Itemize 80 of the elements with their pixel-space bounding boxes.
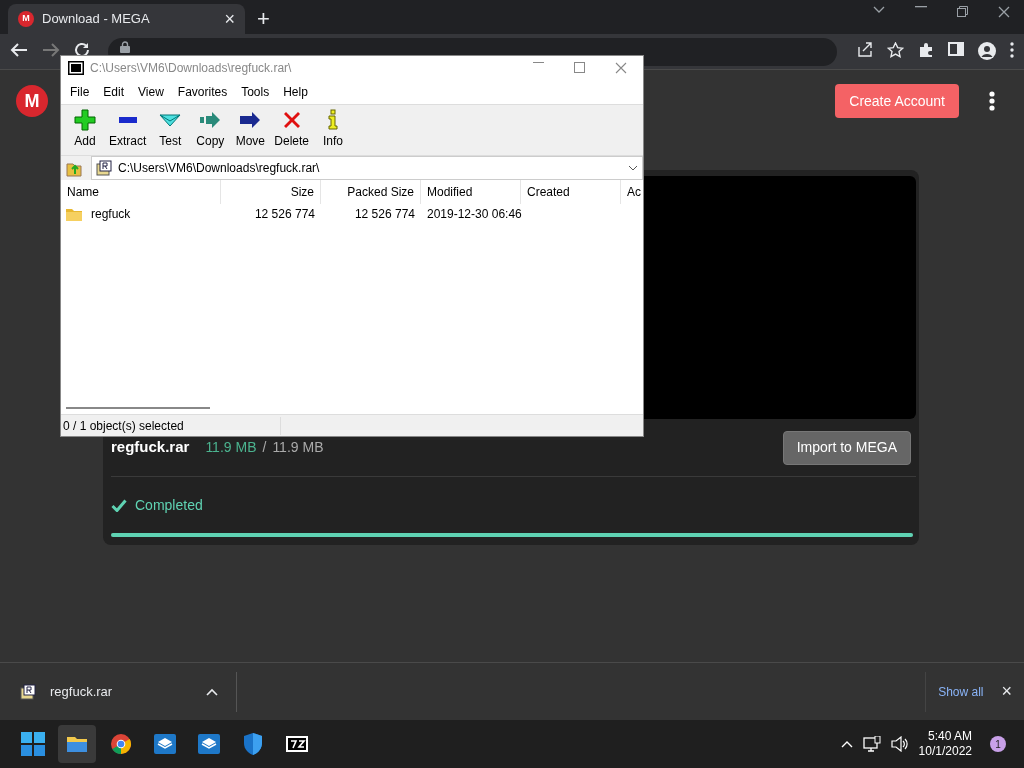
minus-icon [118, 117, 137, 123]
network-icon[interactable] [862, 736, 881, 752]
download-file-name[interactable]: regfuck.rar [50, 681, 113, 702]
downloaded-size: 11.9 MB [205, 438, 257, 457]
share-icon[interactable] [857, 42, 873, 58]
forward-icon[interactable] [42, 42, 60, 58]
menu-item[interactable]: Help [276, 83, 315, 101]
box-icon [153, 732, 177, 756]
status-text: Completed [135, 495, 203, 515]
back-icon[interactable] [10, 42, 28, 58]
status-text: 0 / 1 object(s) selected [63, 416, 281, 435]
path-field[interactable]: C:\Users\VM6\Downloads\regfuck.rar\ [91, 156, 643, 180]
folder-icon [66, 207, 82, 221]
volume-icon[interactable] [890, 736, 909, 752]
close-shelf-button[interactable]: × [995, 678, 1024, 705]
tab-title: Download - MEGA [42, 10, 150, 29]
logo[interactable]: M [16, 85, 48, 117]
minimize-icon[interactable] [533, 62, 544, 64]
size-separator: / [262, 438, 267, 457]
menu-icon[interactable] [1010, 42, 1014, 58]
lock-icon [120, 41, 130, 53]
table-cell-text: 2019-12-30 06:46 [426, 206, 521, 223]
file-name-cell-text: regfuck [90, 206, 132, 223]
close-icon[interactable] [998, 6, 1010, 18]
browser-icon [109, 732, 133, 756]
window-title: C:\Users\VM6\Downloads\regfuck.rar\ [90, 60, 292, 77]
menu-item[interactable]: Edit [96, 83, 132, 101]
favicon: M [18, 11, 34, 27]
delete-button[interactable]: Delete [270, 105, 314, 155]
menu-item[interactable]: View [131, 83, 171, 101]
import-button[interactable]: Import to MEGA [782, 430, 911, 465]
more-options-icon[interactable] [989, 91, 995, 111]
scrollbar-thumb[interactable] [66, 407, 210, 409]
chevron-down-icon[interactable] [873, 6, 885, 14]
copy-button[interactable]: Copy [190, 105, 231, 155]
menu-item[interactable]: Tools [234, 83, 277, 101]
box-icon [197, 732, 221, 756]
file-row[interactable]: regfuck 12 526 774 12 526 774 2019-12-30 06:46 [61, 204, 643, 224]
check-icon [111, 498, 127, 512]
column-header[interactable]: Packed Size [321, 180, 421, 204]
minimize-icon[interactable] [915, 6, 927, 8]
reload-icon[interactable] [74, 42, 90, 58]
caret-up-icon[interactable] [206, 687, 218, 696]
browser-tab[interactable]: M Download - MEGA × [8, 4, 245, 34]
archive-app-icon [68, 61, 84, 75]
dropdown-icon[interactable] [628, 165, 638, 171]
date-text: 10/1/2022 [918, 744, 972, 759]
table-cell-text: 12 526 774 [253, 206, 316, 223]
restore-icon[interactable] [957, 6, 968, 17]
close-icon[interactable] [615, 62, 627, 74]
table-cell-text: 12 526 774 [353, 206, 416, 223]
total-size: 11.9 MB [272, 438, 324, 457]
test-button[interactable]: Test [150, 105, 191, 155]
maximize-icon[interactable] [574, 62, 585, 73]
extensions-icon[interactable] [918, 42, 934, 58]
info-button[interactable]: Info [313, 105, 354, 155]
notification-badge[interactable]: 1 [990, 736, 1006, 752]
menu-item[interactable]: File [63, 83, 97, 101]
taskbar-app-button[interactable] [58, 725, 96, 763]
menu-item[interactable]: Favorites [170, 83, 235, 101]
side-panel-icon[interactable] [948, 42, 964, 56]
archive-file-icon [20, 683, 36, 700]
show-all-link[interactable]: Show all [925, 671, 996, 712]
time-text: 5:40 AM [926, 729, 972, 744]
plus-icon [73, 108, 97, 132]
column-header[interactable]: Modified [421, 180, 521, 204]
profile-icon[interactable] [978, 42, 996, 60]
close-tab-button[interactable]: × [224, 10, 235, 28]
column-header[interactable]: Name [61, 180, 221, 204]
move-button[interactable]: Move [230, 105, 271, 155]
column-header[interactable]: Size [221, 180, 321, 204]
file-name: regfuck.rar [111, 437, 190, 458]
extract-button[interactable]: Extract [105, 105, 151, 155]
column-header[interactable]: Created [521, 180, 621, 204]
new-tab-button[interactable]: + [257, 8, 270, 30]
archive-file-icon [96, 160, 112, 176]
shield-icon [241, 732, 265, 756]
star-icon[interactable] [887, 42, 904, 58]
column-header[interactable]: Ac [621, 180, 643, 204]
add-button[interactable]: Add [65, 105, 105, 155]
